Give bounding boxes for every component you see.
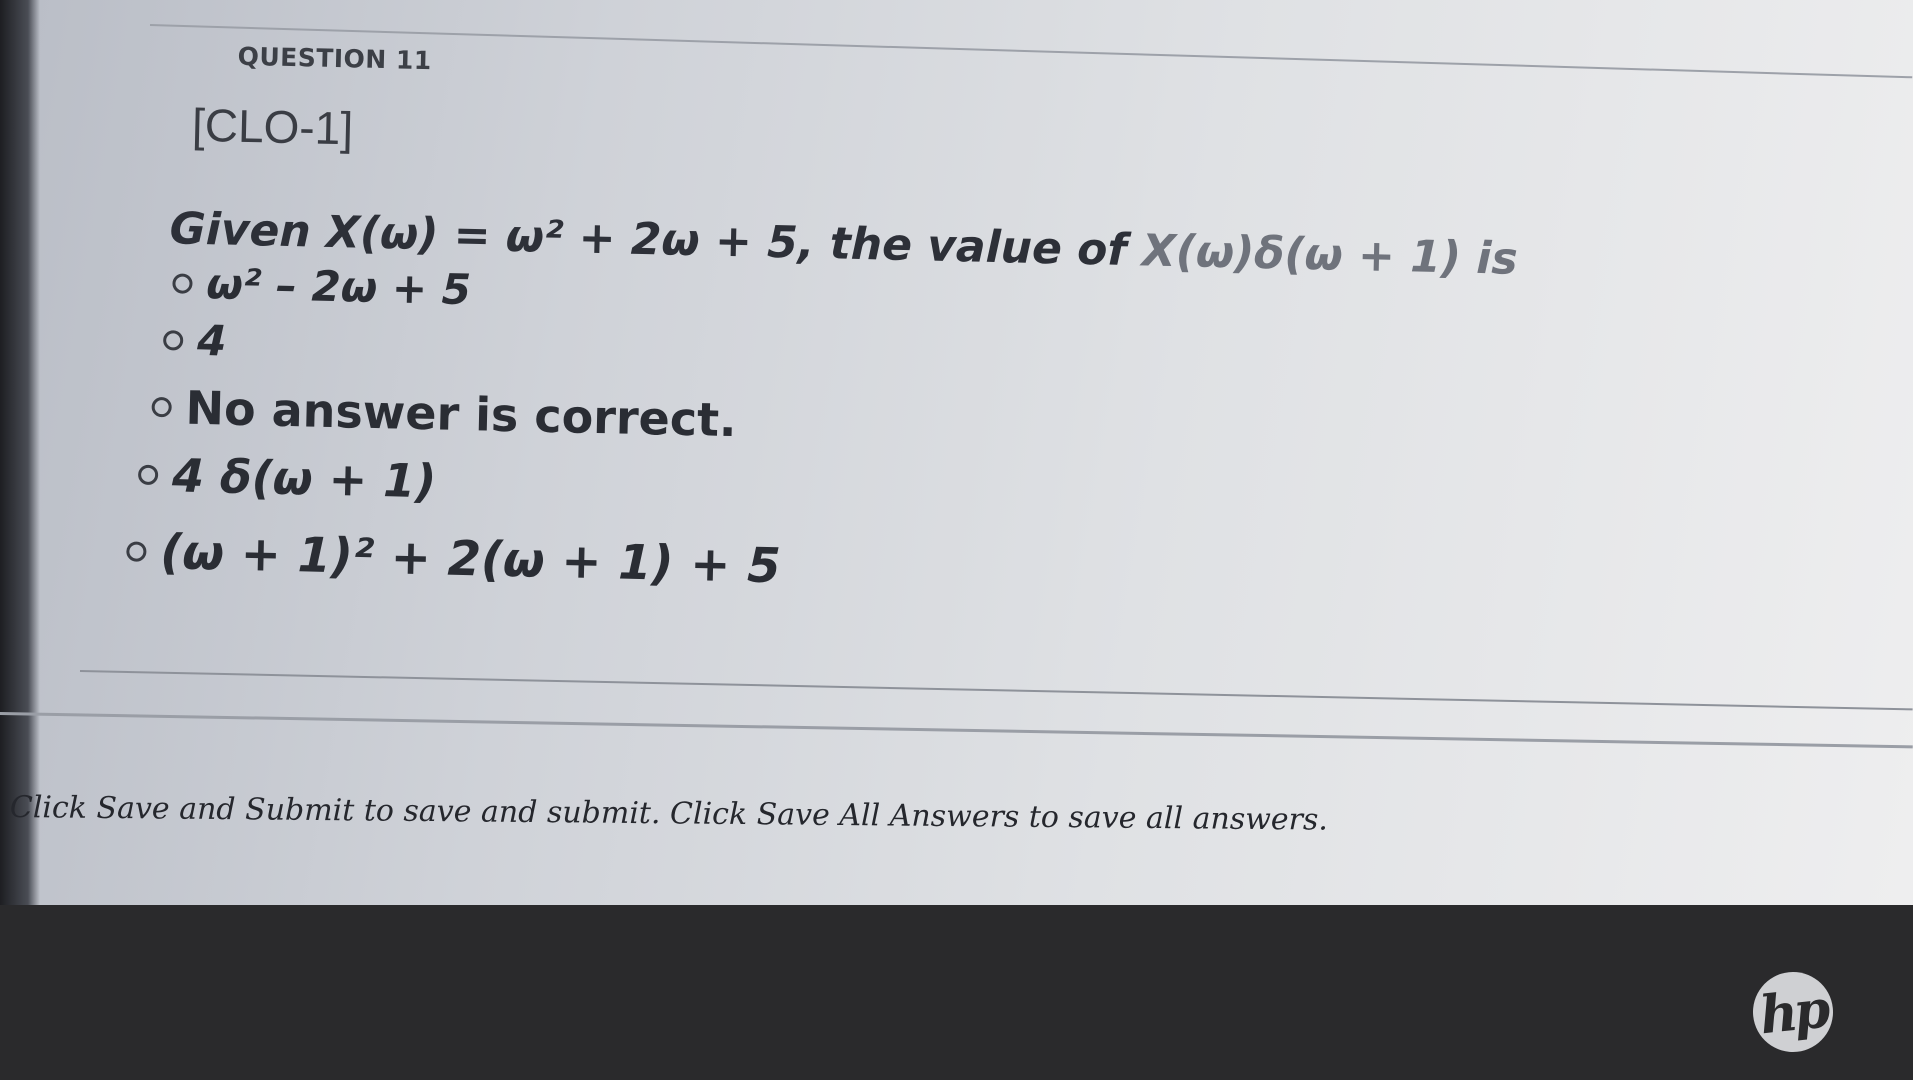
hp-logo-text: hp	[1756, 978, 1830, 1046]
answer-label-2: 4	[196, 315, 227, 366]
footer-divider	[0, 712, 1913, 749]
radio-button-2[interactable]	[162, 329, 184, 351]
clo-tag: [CLO-1]	[191, 98, 354, 155]
answer-option-5[interactable]: (ω + 1)² + 2(ω + 1) + 5	[126, 523, 1849, 618]
answer-label-4: 4 δ(ω + 1)	[171, 448, 437, 509]
left-bezel	[0, 0, 40, 905]
submit-instructions: Click Save and Submit to save and submit…	[9, 790, 1329, 838]
screen: QUESTION 11 [CLO-1] Given X(ω) = ω² + 2ω…	[0, 0, 1913, 905]
radio-button-3[interactable]	[151, 396, 172, 418]
prompt-tail: X(ω)δ(ω + 1) is	[1141, 225, 1519, 285]
answer-label-5: (ω + 1)² + 2(ω + 1) + 5	[159, 524, 782, 595]
answer-label-3: No answer is correct.	[185, 380, 738, 448]
answer-label-1: ω² – 2ω + 5	[205, 259, 472, 315]
radio-button-1[interactable]	[172, 272, 193, 294]
question-bottom-divider	[79, 670, 1913, 711]
question-block: QUESTION 11 [CLO-1] Given X(ω) = ω² + 2ω…	[126, 40, 1860, 618]
radio-button-4[interactable]	[137, 464, 159, 486]
hp-logo: hp	[1749, 968, 1837, 1056]
radio-button-5[interactable]	[126, 541, 147, 562]
answer-options: ω² – 2ω + 5 4 No answer is correct. 4 δ(…	[126, 258, 1855, 618]
